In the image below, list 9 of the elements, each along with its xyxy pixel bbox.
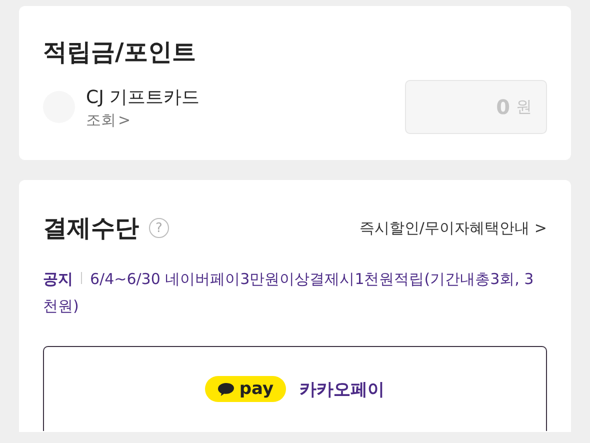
payment-option[interactable]: pay 카카오페이 bbox=[43, 346, 547, 431]
section-title: 적립금/포인트 bbox=[43, 37, 196, 68]
speech-bubble-icon bbox=[217, 382, 236, 396]
gift-card-name: CJ 기프트카드 bbox=[86, 86, 200, 108]
pay-badge: pay bbox=[205, 376, 286, 402]
benefit-link[interactable]: 즉시할인/무이자혜택안내 > bbox=[359, 218, 547, 238]
notice-text: 공지 6/4~6/30 네이버페이3만원이상결제시1천원적립(기간내총3회, 3천원) bbox=[43, 269, 535, 317]
section-title: 결제수단 bbox=[43, 213, 139, 244]
help-icon[interactable]: ? bbox=[149, 218, 169, 238]
